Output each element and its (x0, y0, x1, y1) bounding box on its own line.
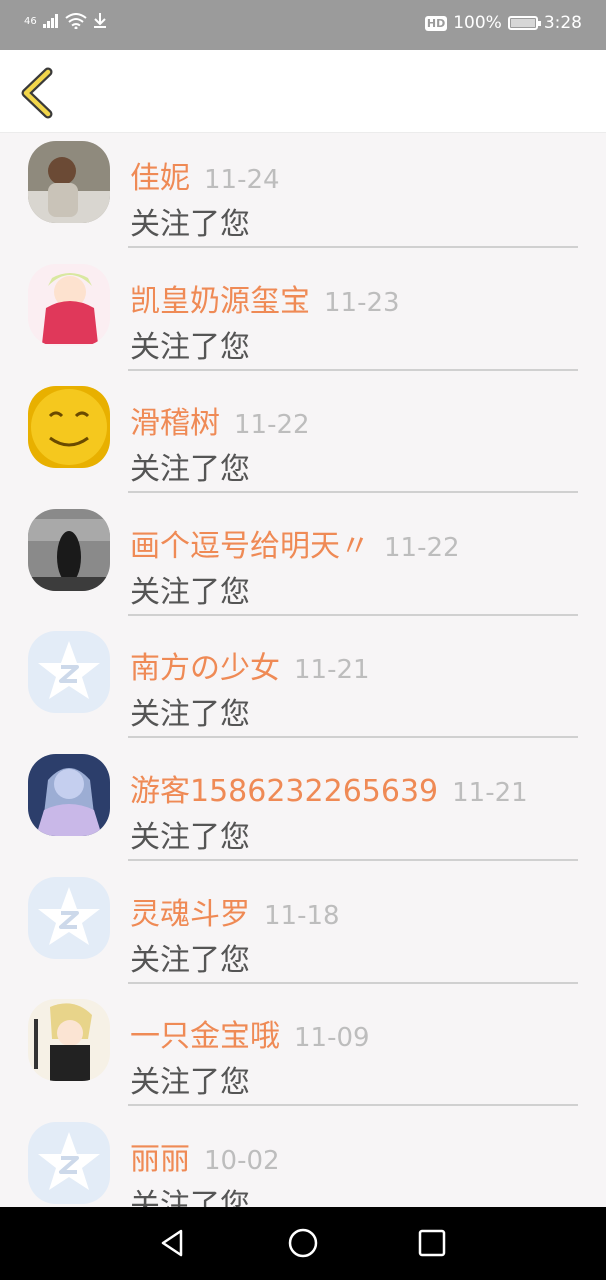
status-left: 46 (24, 13, 107, 29)
app-header (0, 50, 606, 133)
avatar[interactable] (28, 876, 110, 959)
divider (128, 491, 578, 494)
follower-name[interactable]: 画个逗号给明天〃 11-22 (130, 521, 460, 565)
default-avatar-icon (28, 1121, 110, 1204)
name-text: 灵魂斗罗 (130, 896, 250, 932)
list-item[interactable]: 游客1586232265639 11-21 关注了您 (0, 746, 606, 869)
battery-percent: 100% (453, 13, 502, 33)
chevron-left-icon (21, 67, 53, 119)
name-text: 凯皇奶源玺宝 (130, 283, 310, 319)
follow-date: 11-24 (204, 165, 280, 195)
follow-date: 11-22 (384, 532, 460, 563)
list-item[interactable]: 滑稽树 11-22 关注了您 (0, 378, 606, 501)
wifi-icon (65, 13, 87, 29)
avatar[interactable] (28, 263, 110, 346)
follow-date: 11-22 (234, 410, 310, 441)
name-text: 画个逗号给明天〃 (130, 528, 370, 564)
anime-avatar-icon (28, 999, 110, 1082)
follower-name[interactable]: 灵魂斗罗 11-18 (130, 889, 340, 933)
follow-action: 关注了您 (130, 819, 250, 855)
list-item[interactable]: 南方の少女 11-21 关注了您 (0, 623, 606, 746)
recents-square-icon (418, 1229, 446, 1257)
signal-label: 46 (24, 15, 37, 27)
follow-action: 关注了您 (130, 329, 250, 365)
follow-action: 关注了您 (130, 1187, 250, 1207)
follower-name[interactable]: 滑稽树 11-22 (130, 398, 310, 442)
follow-action: 关注了您 (130, 574, 250, 610)
list-item[interactable]: 画个逗号给明天〃 11-22 关注了您 (0, 501, 606, 624)
download-icon (93, 13, 106, 28)
nav-home-button[interactable] (287, 1227, 319, 1259)
signal-icon (42, 14, 58, 28)
divider (128, 613, 578, 616)
battery-icon (507, 16, 541, 30)
follow-date: 11-21 (294, 655, 370, 686)
name-text: 丽丽 (130, 1141, 190, 1177)
home-circle-icon (288, 1228, 318, 1258)
avatar[interactable] (28, 508, 110, 591)
avatar[interactable] (28, 631, 110, 714)
follow-action: 关注了您 (130, 942, 250, 978)
avatar[interactable] (28, 999, 110, 1082)
photo-avatar-icon (28, 141, 110, 223)
name-text: 佳妮 (130, 161, 190, 196)
list-item[interactable]: 丽丽 10-02 关注了您 (0, 1114, 606, 1207)
follower-name[interactable]: 丽丽 10-02 (130, 1134, 280, 1178)
list-item[interactable]: 灵魂斗罗 11-18 关注了您 (0, 869, 606, 992)
list-item[interactable]: 凯皇奶源玺宝 11-23 关注了您 (0, 256, 606, 379)
list-item[interactable]: 佳妮 11-24 关注了您 (0, 133, 606, 256)
divider (128, 981, 578, 984)
divider (128, 246, 578, 248)
follow-action: 关注了您 (130, 452, 250, 488)
nav-recents-button[interactable] (416, 1227, 448, 1259)
avatar[interactable] (28, 1121, 110, 1204)
status-right: HD 100% 3:28 (424, 13, 582, 33)
anime-avatar-icon (28, 263, 110, 346)
default-avatar-icon (28, 631, 110, 714)
hd-badge: HD (424, 15, 448, 31)
follow-date: 11-18 (264, 900, 340, 931)
follower-name[interactable]: 凯皇奶源玺宝 11-23 (130, 276, 400, 320)
follow-date: 11-23 (324, 287, 400, 318)
avatar[interactable] (28, 386, 110, 469)
list-item[interactable]: 一只金宝哦 11-09 关注了您 (0, 991, 606, 1114)
follow-action: 关注了您 (130, 1065, 250, 1101)
follow-date: 11-09 (294, 1023, 370, 1054)
avatar[interactable] (28, 753, 110, 836)
follow-action: 关注了您 (130, 697, 250, 733)
smiley-avatar-icon (28, 386, 110, 469)
name-text: 南方の少女 (130, 651, 280, 687)
anime-avatar-icon (28, 753, 110, 836)
name-text: 一只金宝哦 (130, 1019, 280, 1055)
divider (128, 1104, 578, 1107)
nav-back-button[interactable] (157, 1227, 189, 1259)
back-button[interactable] (14, 64, 70, 120)
follow-action: 关注了您 (130, 207, 250, 242)
follower-name[interactable]: 游客1586232265639 11-21 (130, 766, 528, 810)
photo-avatar-icon (28, 508, 110, 591)
status-bar: 46 HD 100% 3:28 (0, 0, 606, 50)
clock: 3:28 (543, 13, 582, 33)
avatar[interactable] (28, 141, 110, 223)
follow-date: 10-02 (204, 1145, 280, 1176)
divider (128, 858, 578, 861)
back-triangle-icon (161, 1229, 183, 1257)
follow-date: 11-21 (452, 777, 528, 808)
follower-list: 佳妮 11-24 关注了您 凯皇奶源玺宝 11-23 关注了您 滑稽树 11-22 关… (0, 133, 606, 1207)
default-avatar-icon (28, 876, 110, 959)
divider (128, 368, 578, 371)
divider (128, 736, 578, 739)
name-text: 滑稽树 (130, 406, 220, 442)
name-text: 游客1586232265639 (130, 773, 439, 809)
navigation-bar (0, 1207, 606, 1280)
follower-name[interactable]: 佳妮 11-24 (130, 153, 280, 197)
follower-name[interactable]: 一只金宝哦 11-09 (130, 1011, 370, 1055)
follower-name[interactable]: 南方の少女 11-21 (130, 643, 370, 687)
